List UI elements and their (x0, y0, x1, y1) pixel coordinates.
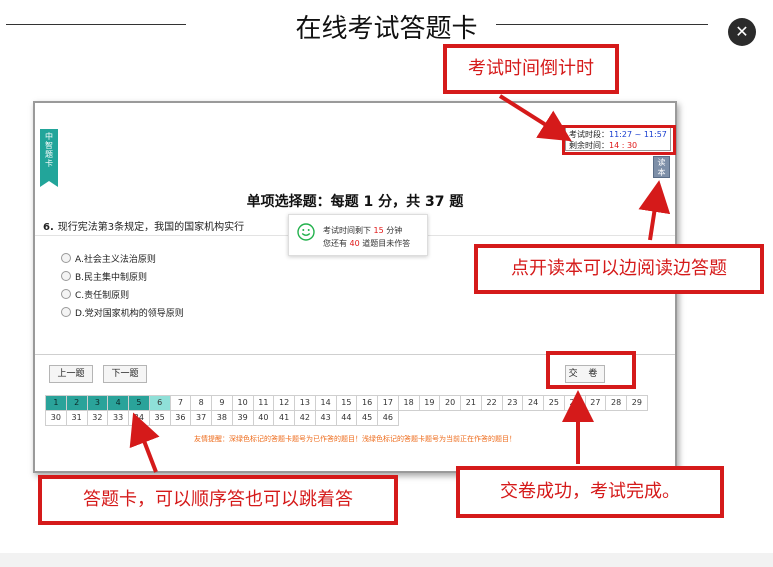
answer-card-cell[interactable]: 30 (45, 410, 67, 426)
answer-card-cell[interactable]: 40 (252, 410, 275, 426)
option-d[interactable]: D.党对国家机构的领导原则 (61, 303, 184, 321)
radio-icon[interactable] (61, 271, 71, 281)
tutorial-canvas: 在线考试答题卡 ✕ 中 智 题 卡 考试时段：11:27 ~ 11:57 剩余时… (0, 0, 773, 567)
timer-highlight (562, 125, 676, 155)
answer-options: A.社会主义法治原则 B.民主集中制原则 C.责任制原则 D.党对国家机构的领导… (61, 249, 184, 321)
radio-icon[interactable] (61, 307, 71, 317)
prev-question-button[interactable]: 上一题 (49, 365, 93, 383)
question-text: 6. 现行宪法第3条规定，我国的国家机构实行 (43, 222, 245, 233)
smile-icon (297, 223, 315, 241)
answer-card-cell[interactable]: 23 (501, 395, 524, 411)
callout-grid: 答题卡，可以顺序答也可以跳着答 (38, 475, 398, 525)
answer-card-cell[interactable]: 45 (356, 410, 378, 426)
submit-highlight (546, 351, 636, 389)
answer-card-cell[interactable]: 6 (148, 395, 171, 411)
callout-read: 点开读本可以边阅读边答题 (474, 244, 764, 294)
answer-card-cell[interactable]: 20 (439, 395, 461, 411)
answer-card-cell[interactable]: 27 (584, 395, 607, 411)
answer-card-cell[interactable]: 37 (190, 410, 212, 426)
answer-card-cell[interactable]: 46 (377, 410, 399, 426)
answer-card-cell[interactable]: 1 (45, 395, 67, 411)
answer-card-cell[interactable]: 7 (169, 395, 192, 411)
answer-card-cell[interactable]: 28 (605, 395, 627, 411)
answer-card-cell[interactable]: 39 (231, 410, 254, 426)
answer-card-cell[interactable]: 14 (314, 395, 337, 411)
section-title: 单项选择题：每题 1 分，共 37 题 (246, 194, 464, 210)
answer-card-cell[interactable]: 18 (397, 395, 420, 411)
answer-card-cell[interactable]: 35 (148, 410, 171, 426)
answer-card-cell[interactable]: 2 (65, 395, 88, 411)
answer-card-cell[interactable]: 15 (335, 395, 358, 411)
read-book-button[interactable]: 读 本 (653, 156, 670, 178)
answer-card-cell[interactable]: 13 (294, 395, 316, 411)
time-reminder-popup: 考试时间剩下 15 分钟 您还有 40 道题目未作答 (288, 214, 428, 256)
answer-card-cell[interactable]: 5 (128, 395, 150, 411)
answer-card-cell[interactable]: 36 (169, 410, 192, 426)
answer-card-cell[interactable]: 8 (190, 395, 212, 411)
next-question-button[interactable]: 下一题 (103, 365, 147, 383)
answer-card-cell[interactable]: 31 (65, 410, 88, 426)
side-tab[interactable]: 中 智 题 卡 (40, 129, 58, 187)
answer-card-cell[interactable]: 38 (211, 410, 233, 426)
answer-card-cell[interactable]: 10 (231, 395, 254, 411)
answer-card-cell[interactable]: 33 (107, 410, 129, 426)
answer-card-cell[interactable]: 32 (86, 410, 109, 426)
option-a[interactable]: A.社会主义法治原则 (61, 249, 184, 267)
answer-card-cell[interactable]: 29 (626, 395, 648, 411)
answer-card-cell[interactable]: 41 (273, 410, 295, 426)
callout-submit: 交卷成功，考试完成。 (456, 466, 724, 518)
answer-card-cell[interactable]: 22 (480, 395, 503, 411)
answer-card-cell[interactable]: 25 (543, 395, 565, 411)
radio-icon[interactable] (61, 289, 71, 299)
answer-card-grid: 1 2 3 4 5 6 7 8 9 10 11 12 13 14 15 16 17 18 19 20 21 22 23 24 2… (45, 395, 655, 426)
radio-icon[interactable] (61, 253, 71, 263)
answer-card-cell[interactable]: 19 (418, 395, 441, 411)
answer-card-cell[interactable]: 11 (252, 395, 275, 411)
answer-card-cell[interactable]: 34 (128, 410, 150, 426)
answer-card-cell[interactable]: 3 (86, 395, 109, 411)
option-b[interactable]: B.民主集中制原则 (61, 267, 184, 285)
answer-card-cell[interactable]: 9 (211, 395, 233, 411)
answer-card-cell[interactable]: 17 (377, 395, 399, 411)
answer-card-cell[interactable]: 4 (107, 395, 129, 411)
option-c[interactable]: C.责任制原则 (61, 285, 184, 303)
answer-card-cell[interactable]: 43 (314, 410, 337, 426)
title-line-right (496, 24, 708, 25)
answer-card-cell[interactable]: 42 (294, 410, 316, 426)
answer-card-cell[interactable]: 12 (273, 395, 295, 411)
page-title: 在线考试答题卡 (295, 14, 478, 44)
answer-card-cell[interactable]: 16 (356, 395, 378, 411)
answer-card-cell[interactable]: 21 (460, 395, 482, 411)
grid-note: 友情提醒：深绿色标记的答题卡题号为已作答的题目！浅绿色标记的答题卡题号为当前正在… (194, 435, 516, 443)
close-button[interactable]: ✕ (728, 18, 756, 46)
answer-card-cell[interactable]: 26 (563, 395, 586, 411)
footer-band (0, 553, 773, 567)
answer-card-cell[interactable]: 44 (335, 410, 358, 426)
callout-timer: 考试时间倒计时 (443, 44, 619, 94)
answer-card-cell[interactable]: 24 (522, 395, 544, 411)
